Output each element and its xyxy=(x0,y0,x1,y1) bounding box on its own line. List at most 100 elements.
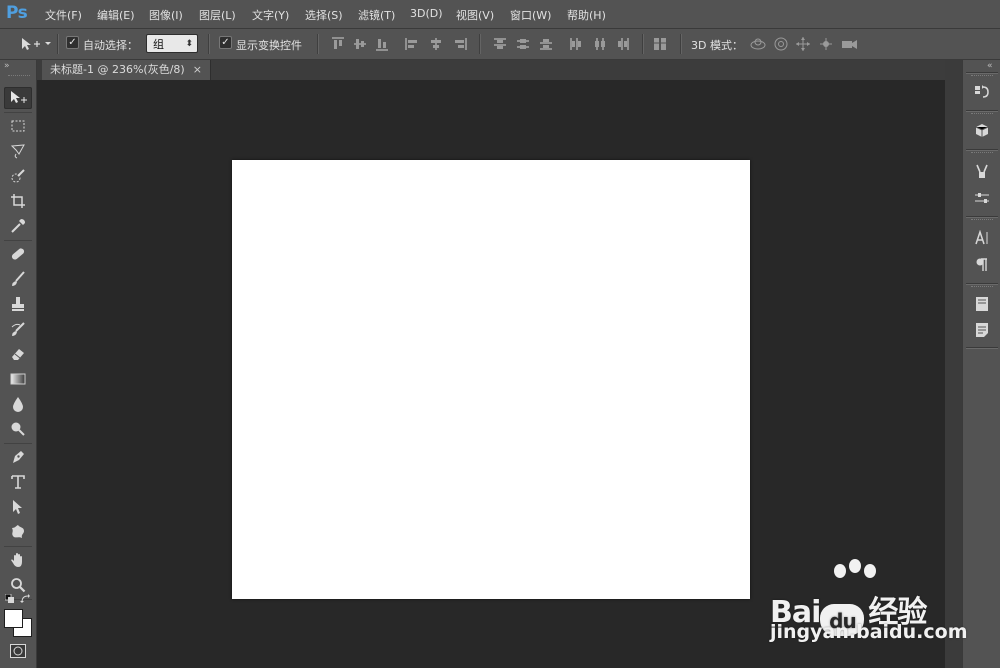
distribute-bottom-edges-icon[interactable] xyxy=(538,36,554,52)
panel-grip[interactable] xyxy=(971,286,993,290)
adjustments-panel-button[interactable] xyxy=(969,160,995,182)
panel-grip[interactable] xyxy=(971,152,993,156)
align-right-edges-icon[interactable] xyxy=(452,36,468,52)
panel-grip[interactable] xyxy=(8,75,30,79)
3d-slide-icon[interactable] xyxy=(818,36,834,52)
type-tool[interactable] xyxy=(4,471,32,493)
move-tool-icon xyxy=(11,91,27,103)
divider xyxy=(966,149,998,151)
move-tool-preset-icon[interactable] xyxy=(20,36,40,52)
menu-select[interactable]: 选择(S) xyxy=(305,7,343,23)
3d-panel-button[interactable] xyxy=(969,120,995,142)
distribute-vertical-centers-icon[interactable] xyxy=(515,36,531,52)
quick-mask-icon[interactable] xyxy=(10,644,26,658)
history-brush-tool[interactable] xyxy=(4,318,32,340)
menu-help[interactable]: 帮助(H) xyxy=(567,7,606,23)
3d-pan-icon[interactable] xyxy=(795,36,811,52)
ps-logo: Ps xyxy=(6,3,28,23)
menu-image[interactable]: 图像(I) xyxy=(149,7,183,23)
auto-select-target-select[interactable]: 组 ⬍ xyxy=(146,34,198,53)
menu-3d[interactable]: 3D(D) xyxy=(410,7,443,20)
clone-stamp-tool[interactable] xyxy=(4,293,32,315)
paragraph-panel-button[interactable] xyxy=(969,254,995,276)
default-colors-icon[interactable] xyxy=(4,593,15,604)
move-tool[interactable] xyxy=(4,87,32,109)
quick-selection-tool[interactable] xyxy=(4,165,32,187)
menu-type[interactable]: 文字(Y) xyxy=(252,7,289,23)
distribute-top-edges-icon[interactable] xyxy=(492,36,508,52)
divider xyxy=(4,240,32,241)
align-top-edges-icon[interactable] xyxy=(330,36,346,52)
align-left-edges-icon[interactable] xyxy=(404,36,420,52)
document-tab[interactable]: 未标题-1 @ 236%(灰色/8) × xyxy=(42,60,211,80)
menu-view[interactable]: 视图(V) xyxy=(456,7,494,23)
3d-rotate-icon[interactable] xyxy=(749,36,766,52)
divider xyxy=(680,34,682,54)
show-transform-checkbox[interactable]: ✓ xyxy=(219,36,232,49)
brush-tool[interactable] xyxy=(4,268,32,290)
brush-icon xyxy=(12,271,25,286)
distribute-right-edges-icon[interactable] xyxy=(615,36,631,52)
divider xyxy=(4,546,32,547)
divider xyxy=(642,34,644,54)
paragraph-icon xyxy=(976,258,987,271)
bandage-icon xyxy=(11,248,25,260)
auto-select-checkbox[interactable]: ✓ xyxy=(66,36,79,49)
auto-select-target-value: 组 xyxy=(153,38,164,51)
document-canvas[interactable] xyxy=(232,160,750,599)
layers-panel-button[interactable] xyxy=(969,293,995,315)
menu-edit[interactable]: 编辑(E) xyxy=(97,7,135,23)
align-bottom-edges-icon[interactable] xyxy=(374,36,390,52)
pen-tool[interactable] xyxy=(4,446,32,468)
distribute-horizontal-centers-icon[interactable] xyxy=(592,36,608,52)
hand-icon xyxy=(11,553,22,567)
divider xyxy=(4,443,32,444)
character-panel-button[interactable] xyxy=(969,227,995,249)
menu-filter[interactable]: 滤镜(T) xyxy=(358,7,395,23)
notes-panel-button[interactable] xyxy=(969,319,995,341)
auto-select-label: 自动选择： xyxy=(83,39,138,52)
expand-panels-icon[interactable]: « xyxy=(987,61,993,71)
eyedropper-icon xyxy=(11,219,25,233)
hand-tool[interactable] xyxy=(4,549,32,571)
path-selection-tool[interactable] xyxy=(4,496,32,518)
menu-window[interactable]: 窗口(W) xyxy=(510,7,551,23)
close-icon[interactable]: × xyxy=(193,63,202,76)
pen-icon xyxy=(13,451,24,463)
swap-colors-icon[interactable] xyxy=(20,593,32,605)
auto-align-layers-icon[interactable] xyxy=(652,36,668,52)
3d-scale-camera-icon[interactable] xyxy=(841,36,857,52)
layers-icon xyxy=(976,297,988,311)
panel-grip[interactable] xyxy=(971,75,993,79)
watermark-url: jingyan.baidu.com xyxy=(770,621,968,643)
menu-layer[interactable]: 图层(L) xyxy=(199,7,236,23)
blur-tool[interactable] xyxy=(4,393,32,415)
distribute-left-edges-icon[interactable] xyxy=(568,36,584,52)
chevron-down-icon[interactable] xyxy=(44,41,52,47)
3d-roll-icon[interactable] xyxy=(773,36,789,52)
shape-tool[interactable] xyxy=(4,521,32,543)
history-panel-button[interactable] xyxy=(969,81,995,103)
notes-icon xyxy=(976,323,988,337)
gradient-tool[interactable] xyxy=(4,368,32,390)
foreground-color-swatch[interactable] xyxy=(4,609,23,628)
properties-panel-button[interactable] xyxy=(969,187,995,209)
align-vertical-centers-icon[interactable] xyxy=(352,36,368,52)
crop-tool[interactable] xyxy=(4,190,32,212)
menu-file[interactable]: 文件(F) xyxy=(45,7,82,23)
divider xyxy=(966,110,998,112)
dodge-tool[interactable] xyxy=(4,418,32,440)
show-transform-label: 显示变换控件 xyxy=(236,39,302,52)
eraser-tool[interactable] xyxy=(4,343,32,365)
lasso-tool[interactable] xyxy=(4,140,32,162)
eyedropper-tool[interactable] xyxy=(4,215,32,237)
panel-grip[interactable] xyxy=(971,219,993,223)
stepper-arrows-icon: ⬍ xyxy=(185,39,193,49)
panel-grip[interactable] xyxy=(971,113,993,117)
marquee-tool[interactable] xyxy=(4,115,32,137)
align-horizontal-centers-icon[interactable] xyxy=(428,36,444,52)
collapse-arrows-icon[interactable]: » xyxy=(4,61,10,71)
divider xyxy=(57,34,59,54)
document-tab-title: 未标题-1 @ 236%(灰色/8) xyxy=(50,63,185,76)
healing-brush-tool[interactable] xyxy=(4,243,32,265)
